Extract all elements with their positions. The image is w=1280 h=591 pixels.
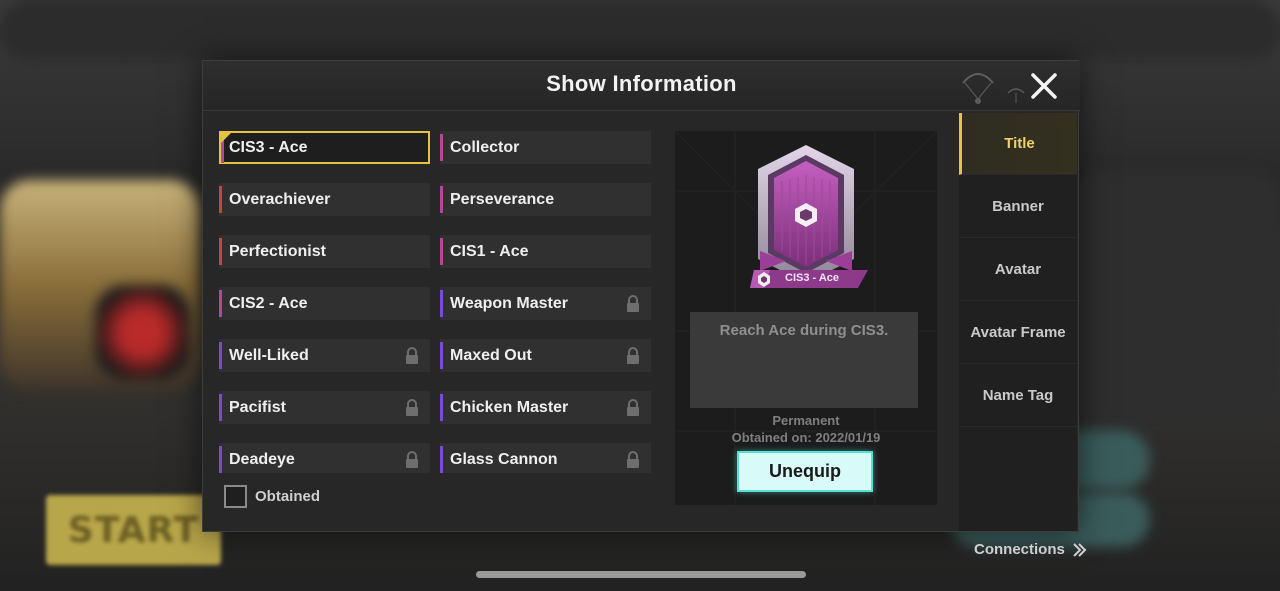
lock-icon xyxy=(404,451,420,469)
rarity-stripe xyxy=(440,186,443,213)
title-item-label: Weapon Master xyxy=(450,294,568,312)
rarity-stripe xyxy=(440,238,443,265)
title-item[interactable]: Overachiever xyxy=(219,183,430,216)
lock-icon xyxy=(625,347,641,365)
lock-icon xyxy=(404,399,420,417)
lock-icon xyxy=(625,295,641,313)
obtained-checkbox[interactable] xyxy=(224,485,247,508)
title-item-label: Chicken Master xyxy=(450,398,569,416)
title-item-label: CIS1 - Ace xyxy=(450,242,529,260)
background-wheel xyxy=(95,285,190,380)
close-icon xyxy=(1031,73,1057,99)
tab-name-tag[interactable]: Name Tag xyxy=(959,365,1077,427)
rarity-stripe xyxy=(440,342,443,369)
rarity-stripe xyxy=(219,186,222,213)
rarity-stripe xyxy=(440,446,443,473)
title-item-label: Overachiever xyxy=(229,190,331,208)
tab-avatar[interactable]: Avatar xyxy=(959,239,1077,301)
close-button[interactable] xyxy=(1023,67,1065,105)
tab-avatar-frame[interactable]: Avatar Frame xyxy=(959,302,1077,364)
rarity-stripe xyxy=(219,446,222,473)
connections-label: Connections xyxy=(974,541,1065,558)
title-item[interactable]: Perseverance xyxy=(440,183,651,216)
unequip-button[interactable]: Unequip xyxy=(737,451,873,492)
rarity-stripe xyxy=(440,290,443,317)
rarity-stripe xyxy=(440,394,443,421)
dialog-title: Show Information xyxy=(546,71,737,96)
title-item-label: Perseverance xyxy=(450,190,555,208)
background-top-bar xyxy=(0,0,1280,60)
title-item[interactable]: Collector xyxy=(440,131,651,164)
title-item-label: Deadeye xyxy=(229,450,295,468)
title-item-label: Perfectionist xyxy=(229,242,326,260)
title-item[interactable]: Well-Liked xyxy=(219,339,430,372)
title-item-label: CIS2 - Ace xyxy=(229,294,308,312)
background-panel xyxy=(1070,170,1280,430)
description-box: Reach Ace during CIS3. xyxy=(690,312,918,408)
rarity-stripe xyxy=(219,290,222,317)
tab-title[interactable]: Title xyxy=(959,113,1077,175)
chevron-right-icon xyxy=(1073,542,1087,557)
duration-label: Permanent xyxy=(772,413,840,428)
title-list: CIS3 - Ace Collector Overachiever Persevera… xyxy=(219,131,651,473)
selected-corner-icon xyxy=(219,131,233,145)
tab-banner[interactable]: Banner xyxy=(959,176,1077,238)
title-item[interactable]: Maxed Out xyxy=(440,339,651,372)
title-item-label: Maxed Out xyxy=(450,346,532,364)
title-item-label: Well-Liked xyxy=(229,346,309,364)
home-indicator[interactable] xyxy=(476,571,806,578)
title-item-label: CIS3 - Ace xyxy=(229,138,308,156)
connections-link[interactable]: Connections xyxy=(974,541,1087,558)
title-item[interactable]: Perfectionist xyxy=(219,235,430,268)
title-preview-panel: CIS3 - Ace Reach Ace during CIS3. Perman… xyxy=(675,131,937,505)
title-item[interactable]: Deadeye xyxy=(219,443,430,473)
lock-icon xyxy=(625,451,641,469)
rarity-stripe xyxy=(219,342,222,369)
obtained-filter[interactable]: Obtained xyxy=(224,485,320,508)
title-item[interactable]: Chicken Master xyxy=(440,391,651,424)
dialog-header: Show Information xyxy=(203,61,1080,111)
lock-icon xyxy=(625,399,641,417)
rarity-stripe xyxy=(440,134,443,161)
rarity-stripe xyxy=(219,238,222,265)
background-start-button: START xyxy=(46,495,221,565)
lock-icon xyxy=(404,347,420,365)
title-item-label: Pacifist xyxy=(229,398,286,416)
title-item[interactable]: Pacifist xyxy=(219,391,430,424)
rarity-stripe xyxy=(219,394,222,421)
title-item-label: Glass Cannon xyxy=(450,450,558,468)
title-item[interactable]: Weapon Master xyxy=(440,287,651,320)
show-information-dialog: Show Information CIS3 - Ace Collector Over… xyxy=(202,60,1087,558)
title-item[interactable]: CIS1 - Ace xyxy=(440,235,651,268)
title-item[interactable]: Glass Cannon xyxy=(440,443,651,473)
title-item[interactable]: CIS3 - Ace xyxy=(219,131,430,164)
title-description: Reach Ace during CIS3. xyxy=(719,322,889,339)
title-item-label: Collector xyxy=(450,138,520,156)
obtained-date: Obtained on: 2022/01/19 xyxy=(731,430,881,445)
obtained-label: Obtained xyxy=(255,488,321,505)
title-item[interactable]: CIS2 - Ace xyxy=(219,287,430,320)
ribbon-label: CIS3 - Ace xyxy=(785,272,840,284)
category-tabs: Name Tag Avatar Frame Avatar Banner Title Co… xyxy=(959,113,1087,558)
